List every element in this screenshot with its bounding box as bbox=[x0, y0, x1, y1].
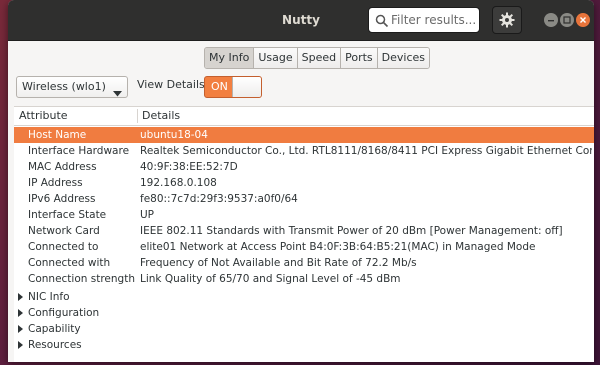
row-attribute: Connected with bbox=[28, 257, 111, 269]
table-row[interactable]: Host Name ubuntu18-04 bbox=[14, 127, 594, 143]
row-details: ubuntu18-04 bbox=[140, 129, 208, 141]
toggle-on-label: ON bbox=[211, 80, 228, 93]
table-row[interactable]: Connected to elite01 Network at Access P… bbox=[14, 239, 594, 255]
row-details: fe80::7c7d:29f3:9537:a0f0/64 bbox=[140, 193, 298, 205]
toggle-knob[interactable] bbox=[232, 77, 261, 97]
table-row[interactable]: Interface Hardware Realtek Semiconductor… bbox=[14, 143, 594, 159]
group-label: NIC Info bbox=[28, 291, 70, 303]
table-row[interactable]: Interface State UP bbox=[14, 207, 594, 223]
tab-usage[interactable]: Usage bbox=[254, 48, 298, 68]
row-attribute: Interface State bbox=[28, 209, 107, 221]
row-attribute: Connected to bbox=[28, 241, 99, 253]
interface-dropdown-value: Wireless (wlo1) bbox=[22, 80, 106, 93]
close-icon bbox=[580, 17, 586, 23]
row-attribute: Network Card bbox=[28, 225, 100, 237]
row-details: 192.168.0.108 bbox=[140, 177, 217, 189]
table-row[interactable]: IPv6 Address fe80::7c7d:29f3:9537:a0f0/6… bbox=[14, 191, 594, 207]
table-row[interactable]: IP Address 192.168.0.108 bbox=[14, 175, 594, 191]
row-details: elite01 Network at Access Point B4:0F:3B… bbox=[140, 241, 536, 253]
group-label: Configuration bbox=[28, 307, 100, 319]
row-attribute: Connection strength bbox=[28, 273, 135, 285]
table-row[interactable]: Network Card IEEE 802.11 Standards with … bbox=[14, 223, 594, 239]
app-window: Nutty Filter results... My Info Usage Sp… bbox=[8, 0, 594, 362]
row-details: IEEE 802.11 Standards with Transmit Powe… bbox=[140, 225, 563, 237]
details-table: Attribute Details Host Name ubuntu18-04 … bbox=[14, 106, 594, 362]
column-header-attribute[interactable]: Attribute bbox=[19, 107, 68, 125]
title-bar: Nutty bbox=[8, 0, 594, 41]
row-attribute: IPv6 Address bbox=[28, 193, 96, 205]
expander-icon[interactable] bbox=[18, 293, 23, 301]
close-button[interactable] bbox=[576, 13, 590, 27]
column-divider bbox=[137, 109, 138, 123]
search-box[interactable] bbox=[368, 7, 480, 33]
view-details-label: View Details bbox=[137, 78, 205, 91]
chevron-down-icon bbox=[113, 84, 122, 104]
row-attribute: Host Name bbox=[28, 129, 87, 141]
row-details: 40:9F:38:EE:52:7D bbox=[140, 161, 238, 173]
row-attribute: MAC Address bbox=[28, 161, 97, 173]
tab-devices[interactable]: Devices bbox=[377, 48, 429, 68]
expander-icon[interactable] bbox=[18, 341, 23, 349]
column-header-details[interactable]: Details bbox=[142, 107, 180, 125]
maximize-button[interactable] bbox=[560, 13, 574, 27]
tab-my-info[interactable]: My Info bbox=[205, 48, 255, 68]
group-label: Resources bbox=[28, 339, 82, 351]
search-icon bbox=[375, 13, 389, 28]
row-details: Frequency of Not Available and Bit Rate … bbox=[140, 257, 417, 269]
row-attribute: Interface Hardware bbox=[28, 145, 130, 157]
search-input[interactable] bbox=[391, 11, 477, 29]
tree-group-resources[interactable]: Resources bbox=[14, 337, 594, 353]
minimize-icon bbox=[548, 20, 554, 22]
expander-icon[interactable] bbox=[18, 325, 23, 333]
row-details: Link Quality of 65/70 and Signal Level o… bbox=[140, 273, 401, 285]
tab-ports[interactable]: Ports bbox=[341, 48, 378, 68]
group-label: Capability bbox=[28, 323, 81, 335]
tab-bar: My Info Usage Speed Ports Devices bbox=[204, 47, 430, 69]
table-row[interactable]: Connection strength Link Quality of 65/7… bbox=[14, 271, 594, 287]
expander-icon[interactable] bbox=[18, 309, 23, 317]
row-details: Realtek Semiconductor Co., Ltd. RTL8111/… bbox=[140, 145, 592, 157]
minimize-button[interactable] bbox=[544, 13, 558, 27]
table-header: Attribute Details bbox=[14, 107, 594, 126]
row-details: UP bbox=[140, 209, 155, 221]
tab-speed[interactable]: Speed bbox=[297, 48, 342, 68]
view-details-toggle[interactable]: ON bbox=[204, 76, 262, 98]
tree-group-nic-info[interactable]: NIC Info bbox=[14, 289, 594, 305]
table-row[interactable]: MAC Address 40:9F:38:EE:52:7D bbox=[14, 159, 594, 175]
maximize-icon bbox=[563, 16, 571, 24]
interface-dropdown[interactable]: Wireless (wlo1) bbox=[16, 76, 128, 98]
tree-group-configuration[interactable]: Configuration bbox=[14, 305, 594, 321]
table-row[interactable]: Connected with Frequency of Not Availabl… bbox=[14, 255, 594, 271]
row-attribute: IP Address bbox=[28, 177, 83, 189]
settings-button[interactable] bbox=[492, 6, 522, 34]
tree-group-capability[interactable]: Capability bbox=[14, 321, 594, 337]
